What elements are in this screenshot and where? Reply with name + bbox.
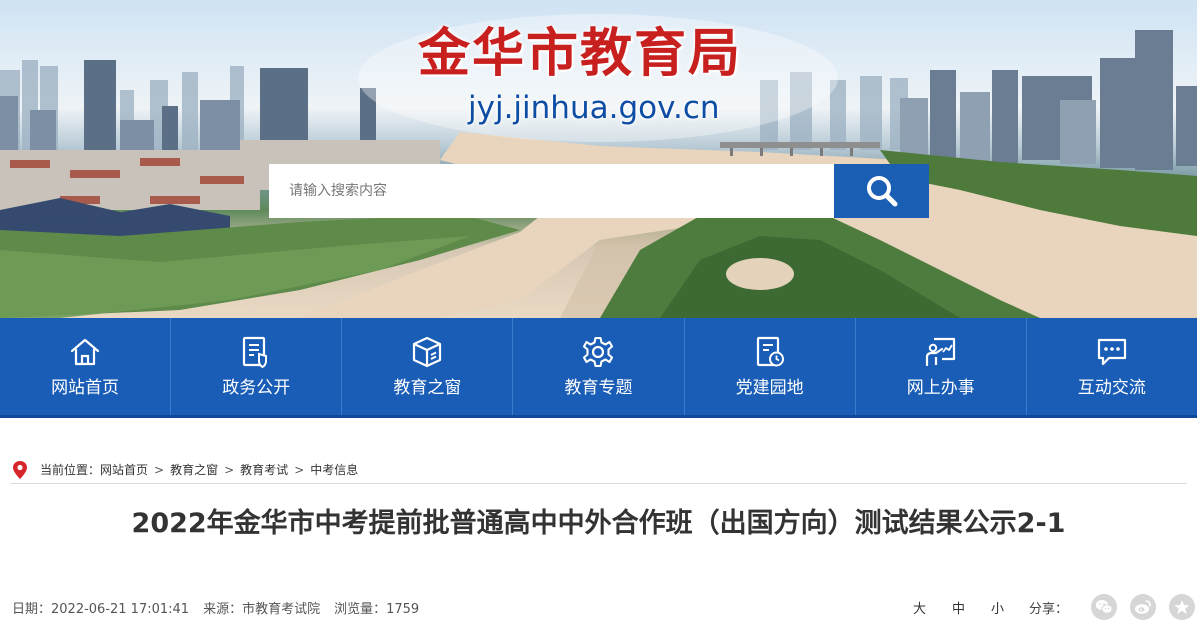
wechat-icon xyxy=(1095,600,1113,614)
gear-icon xyxy=(583,336,614,367)
font-size-large-button[interactable]: 大 xyxy=(900,598,939,617)
nav-label: 网上办事 xyxy=(906,377,975,398)
article-tools: 大 中 小 分享： xyxy=(900,592,1196,622)
nav-item-home[interactable]: 网站首页 xyxy=(0,318,172,415)
breadcrumb-link-education-exams[interactable]: 教育考试 xyxy=(240,461,288,478)
location-pin-icon xyxy=(13,460,27,479)
font-size-small-button[interactable]: 小 xyxy=(978,598,1017,617)
nav-label: 教育之窗 xyxy=(393,377,462,398)
weibo-icon xyxy=(1135,600,1151,614)
share-label: 分享： xyxy=(1029,601,1069,617)
breadcrumb-link-zhongkao-info[interactable]: 中考信息 xyxy=(310,461,358,478)
nav-item-online-services[interactable]: 网上办事 xyxy=(856,318,1027,415)
share-weibo-button[interactable] xyxy=(1130,594,1157,620)
share-favorite-button[interactable] xyxy=(1169,594,1196,620)
header-banner: 金华市教育局 jyj.jinhua.gov.cn xyxy=(0,0,1197,318)
article-meta: 日期：2022-06-21 17:01:41 来源：市教育考试院 浏览量：175… xyxy=(12,596,433,618)
favorite-icon xyxy=(1174,600,1190,614)
article-title: 2022年金华市中考提前批普通高中中外合作班（出国方向）测试结果公示2-1 xyxy=(131,508,1066,539)
document-clock-icon xyxy=(756,336,784,366)
breadcrumb: 当前位置： 网站首页 > 教育之窗 > 教育考试 > 中考信息 xyxy=(10,456,1187,484)
site-domain: jyj.jinhua.gov.cn xyxy=(468,90,720,126)
nav-label: 政务公开 xyxy=(222,377,291,398)
nav-item-interaction[interactable]: 互动交流 xyxy=(1027,318,1197,415)
nav-label: 互动交流 xyxy=(1077,377,1146,398)
search-icon xyxy=(866,176,897,207)
search-input[interactable] xyxy=(269,164,835,218)
home-icon xyxy=(70,338,100,365)
nav-item-government-affairs[interactable]: 政务公开 xyxy=(171,318,343,415)
breadcrumb-separator: > xyxy=(294,462,305,477)
box-icon xyxy=(413,336,442,367)
share-wechat-button[interactable] xyxy=(1091,594,1118,620)
search-button[interactable] xyxy=(834,164,929,218)
nav-label: 党建园地 xyxy=(735,377,804,398)
site-title: 金华市教育局 xyxy=(418,24,743,84)
font-size-medium-button[interactable]: 中 xyxy=(939,598,978,617)
breadcrumb-separator: > xyxy=(224,462,235,477)
document-shield-icon xyxy=(243,336,268,368)
article-source: 来源：市教育考试院 xyxy=(203,601,321,617)
breadcrumb-link-education-window[interactable]: 教育之窗 xyxy=(170,461,218,478)
breadcrumb-link-home[interactable]: 网站首页 xyxy=(100,461,148,478)
breadcrumb-prefix: 当前位置： xyxy=(40,463,101,477)
main-nav: 网站首页 政务公开 教育之窗 教育专题 党建园地 网上办事 互动交流 xyxy=(0,318,1197,418)
article-views: 浏览量：1759 xyxy=(334,601,420,617)
chat-icon xyxy=(1097,338,1127,365)
article-date: 日期：2022-06-21 17:01:41 xyxy=(12,601,190,617)
nav-item-education-window[interactable]: 教育之窗 xyxy=(342,318,514,415)
nav-label: 网站首页 xyxy=(51,377,120,398)
breadcrumb-separator: > xyxy=(154,462,165,477)
nav-item-education-topics[interactable]: 教育专题 xyxy=(513,318,685,415)
nav-item-party-building[interactable]: 党建园地 xyxy=(685,318,856,415)
presentation-icon xyxy=(925,337,955,366)
nav-label: 教育专题 xyxy=(564,377,633,398)
